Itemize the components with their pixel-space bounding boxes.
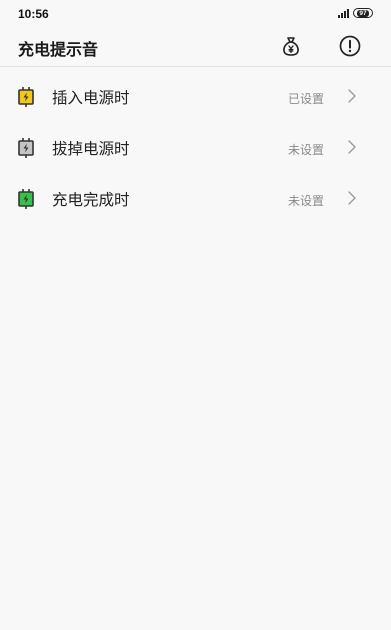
item-label: 拔掉电源时 xyxy=(52,140,130,158)
battery-level: 97 xyxy=(357,9,369,17)
info-icon[interactable] xyxy=(338,34,362,58)
item-status: 已设置 xyxy=(287,92,324,106)
full-charge-icon xyxy=(18,189,34,209)
chevron-right-icon xyxy=(348,89,356,103)
list-item-unplug[interactable]: 拔掉电源时 未设置 xyxy=(0,121,391,172)
battery-icon: 97 xyxy=(353,8,373,18)
page-title: 充电提示音 xyxy=(18,40,99,59)
item-status: 未设置 xyxy=(287,194,324,208)
status-icons: 97 xyxy=(338,8,373,18)
item-label: 充电完成时 xyxy=(52,191,130,209)
status-time: 10:56 xyxy=(18,7,49,21)
signal-icon xyxy=(338,8,349,18)
chevron-right-icon xyxy=(348,140,356,154)
list-item-charge-complete[interactable]: 充电完成时 未设置 xyxy=(0,172,391,223)
chevron-right-icon xyxy=(348,191,356,205)
unplug-icon xyxy=(18,138,34,158)
item-status: 未设置 xyxy=(287,143,324,157)
list-item-plug-in[interactable]: 插入电源时 已设置 xyxy=(0,70,391,121)
status-bar: 10:56 97 xyxy=(0,0,391,28)
money-bag-icon[interactable] xyxy=(279,34,303,58)
reminder-list: 插入电源时 已设置 拔掉电源时 未设置 充电完成时 未设置 xyxy=(0,67,391,223)
plug-icon xyxy=(18,87,34,107)
app-bar: 充电提示音 xyxy=(0,28,391,67)
item-label: 插入电源时 xyxy=(52,89,130,107)
